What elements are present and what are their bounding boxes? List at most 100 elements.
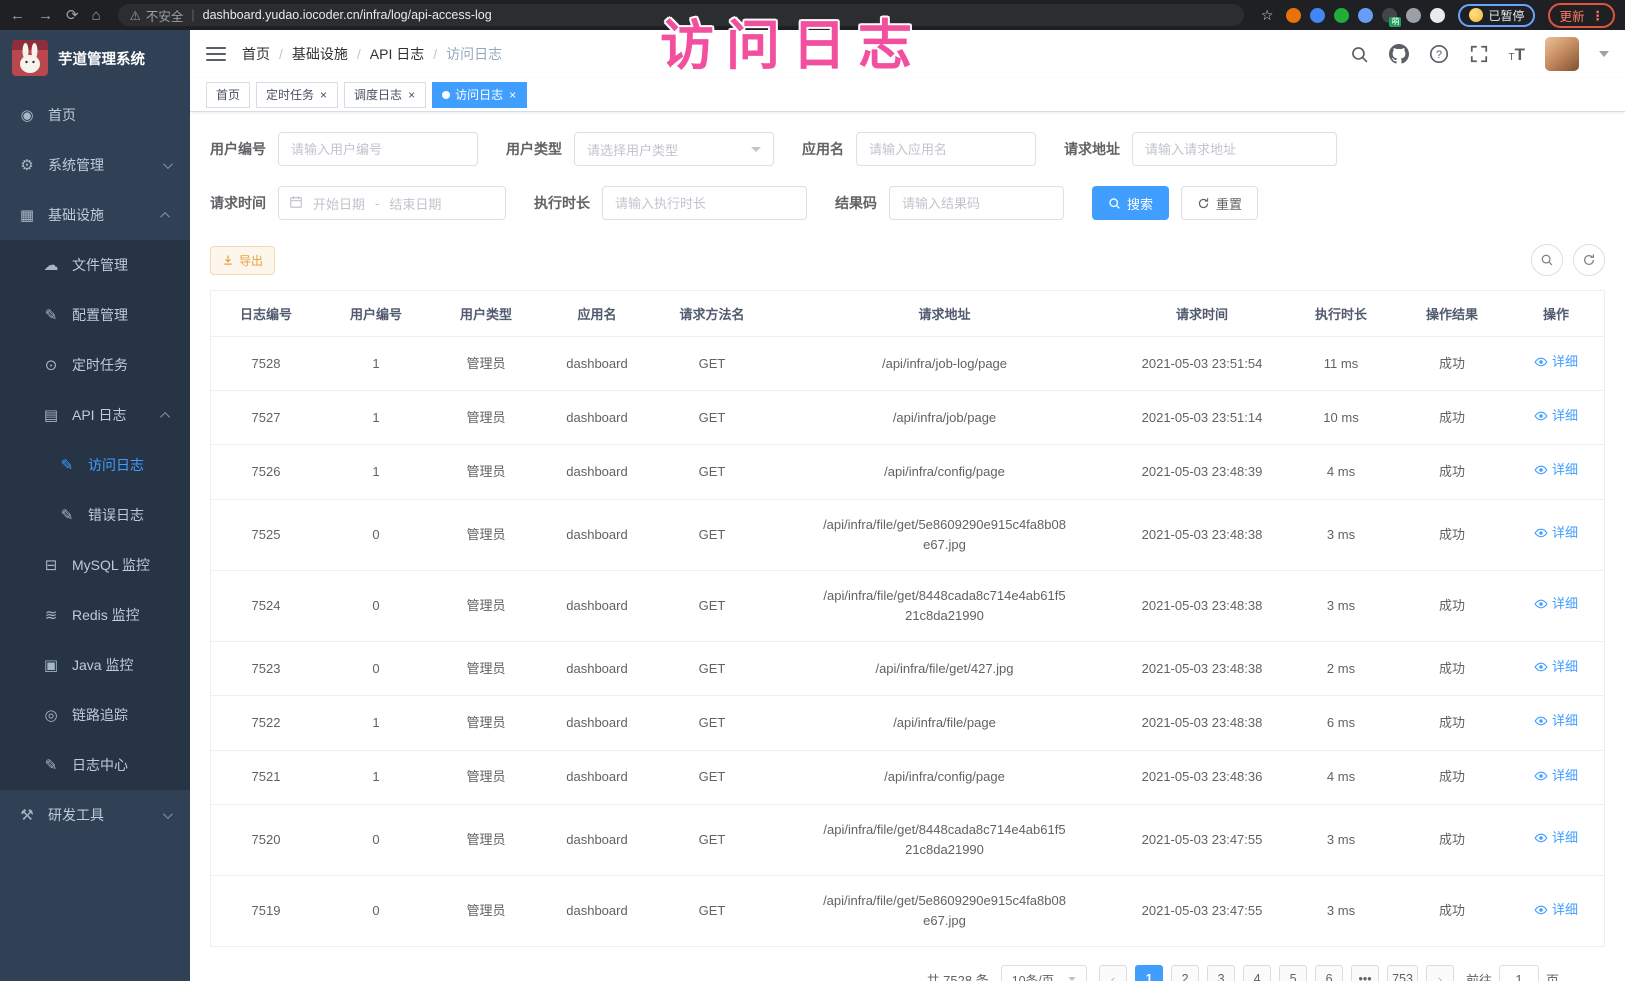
orange-ring-extension-icon[interactable] [1286,8,1301,23]
sidebar-item-访问日志[interactable]: ✎访问日志 [0,440,190,490]
meng-extension-icon[interactable]: 萌 [1382,8,1397,23]
sidebar-item-配置管理[interactable]: ✎配置管理 [0,290,190,340]
prev-page-button[interactable]: ‹ [1099,965,1127,981]
cell-app: dashboard [541,696,653,750]
browser-reload-icon[interactable]: ⟳ [66,8,79,23]
browser-back-icon[interactable]: ← [10,8,25,23]
breadcrumb-item[interactable]: API 日志 [370,44,424,64]
breadcrumb-item[interactable]: 基础设施 [292,44,348,64]
not-secure-warning[interactable]: ⚠不安全 [130,6,184,25]
goto-page-input[interactable] [1499,965,1539,981]
green-circle-extension-icon[interactable] [1334,8,1349,23]
user-id-input[interactable] [278,132,478,166]
cell-url-text: /api/infra/file/page [893,713,996,733]
header-search-icon[interactable] [1350,45,1369,64]
tab-访问日志[interactable]: 访问日志× [432,82,527,108]
detail-link[interactable]: 详细 [1534,352,1578,372]
detail-link[interactable]: 详细 [1534,900,1578,920]
cell-url: /api/infra/config/page [771,750,1118,804]
export-button[interactable]: 导出 [210,246,275,275]
refresh-table-button[interactable] [1573,244,1605,276]
user-type-label: 用户类型 [506,139,562,159]
page-button-1[interactable]: 1 [1135,965,1163,981]
search-button[interactable]: 搜索 [1092,186,1169,220]
result-code-input[interactable] [889,186,1064,220]
app-logo[interactable]: 芋道管理系统 [0,30,190,86]
github-icon[interactable] [1389,44,1409,64]
figure-extension-icon[interactable] [1430,8,1445,23]
cell-user_id: 0 [321,642,431,696]
page-button-5[interactable]: 5 [1279,965,1307,981]
sidebar-item-基础设施[interactable]: ▦基础设施 [0,190,190,240]
request-url-input[interactable] [1132,132,1337,166]
sidebar-item-研发工具[interactable]: ⚒研发工具 [0,790,190,840]
avatar-caret-icon[interactable] [1599,51,1609,57]
grid-extension-icon[interactable] [1358,8,1373,23]
font-size-icon[interactable]: TT [1509,46,1526,63]
sidebar-item-链路追踪[interactable]: ◎链路追踪 [0,690,190,740]
next-page-button[interactable]: › [1426,965,1454,981]
detail-link[interactable]: 详细 [1534,594,1578,614]
breadcrumb-item: 访问日志 [446,44,502,64]
sidebar-item-Redis 监控[interactable]: ≋Redis 监控 [0,590,190,640]
page-button-4[interactable]: 4 [1243,965,1271,981]
hamburger-icon[interactable] [206,47,226,61]
paused-extension-badge[interactable]: 已暂停 [1458,4,1535,27]
sidebar-item-日志中心[interactable]: ✎日志中心 [0,740,190,790]
page-button-3[interactable]: 3 [1207,965,1235,981]
browser-menu-icon[interactable]: ⋮ [1592,8,1605,23]
breadcrumb-item[interactable]: 首页 [242,44,270,64]
sidebar-item-系统管理[interactable]: ⚙系统管理 [0,140,190,190]
tab-首页[interactable]: 首页 [206,82,250,108]
close-icon[interactable]: × [407,88,416,102]
app-name-input[interactable] [856,132,1036,166]
docs-question-icon[interactable]: ? [1429,44,1449,64]
cell-url-text: /api/infra/config/page [884,462,1005,482]
cell-user_type: 管理员 [431,696,541,750]
detail-link[interactable]: 详细 [1534,711,1578,731]
page-size-select[interactable]: 10条/页 [1001,965,1087,981]
bookmark-star-icon[interactable]: ☆ [1261,7,1274,24]
detail-link[interactable]: 详细 [1534,766,1578,786]
close-icon[interactable]: × [319,88,328,102]
request-time-range-picker[interactable]: 开始日期 - 结束日期 [278,186,506,220]
toggle-search-button[interactable] [1531,244,1563,276]
detail-link[interactable]: 详细 [1534,828,1578,848]
duration-input[interactable] [602,186,807,220]
sidebar-item-首页[interactable]: ◉首页 [0,90,190,140]
active-dot-icon [442,91,450,99]
tab-定时任务[interactable]: 定时任务× [256,82,338,108]
blue-shield-extension-icon[interactable] [1310,8,1325,23]
page-button-6[interactable]: 6 [1315,965,1343,981]
tab-调度日志[interactable]: 调度日志× [344,82,426,108]
page-button-753[interactable]: 753 [1387,965,1418,981]
page-button-2[interactable]: 2 [1171,965,1199,981]
browser-home-icon[interactable]: ⌂ [92,8,101,23]
detail-link[interactable]: 详细 [1534,523,1578,543]
sidebar-item-定时任务[interactable]: ⊙定时任务 [0,340,190,390]
sidebar-item-文件管理[interactable]: ☁文件管理 [0,240,190,290]
sidebar-item-label: 链路追踪 [72,705,128,725]
fullscreen-icon[interactable] [1469,44,1489,64]
cell-method: GET [653,391,771,445]
sidebar-item-label: 基础设施 [48,205,104,225]
close-icon[interactable]: × [508,88,517,102]
cell-method: GET [653,570,771,641]
puzzle-extension-icon[interactable] [1406,8,1421,23]
browser-update-button[interactable]: 更新⋮ [1548,3,1615,28]
detail-link[interactable]: 详细 [1534,460,1578,480]
address-bar[interactable]: ⚠不安全 | dashboard.yudao.iocoder.cn/infra/… [118,4,1244,26]
detail-link[interactable]: 详细 [1534,406,1578,426]
sidebar-item-错误日志[interactable]: ✎错误日志 [0,490,190,540]
user-type-select[interactable]: 请选择用户类型 [574,132,774,166]
sidebar-item-MySQL 监控[interactable]: ⊟MySQL 监控 [0,540,190,590]
sidebar-item-Java 监控[interactable]: ▣Java 监控 [0,640,190,690]
cell-time: 2021-05-03 23:48:38 [1118,642,1286,696]
detail-link[interactable]: 详细 [1534,657,1578,677]
reset-button[interactable]: 重置 [1181,186,1258,220]
page-ellipsis[interactable]: ••• [1351,965,1379,981]
user-avatar[interactable] [1545,37,1579,71]
browser-forward-icon[interactable]: → [38,8,53,23]
sidebar-item-API 日志[interactable]: ▤API 日志 [0,390,190,440]
emoji-face-icon [1469,8,1483,22]
